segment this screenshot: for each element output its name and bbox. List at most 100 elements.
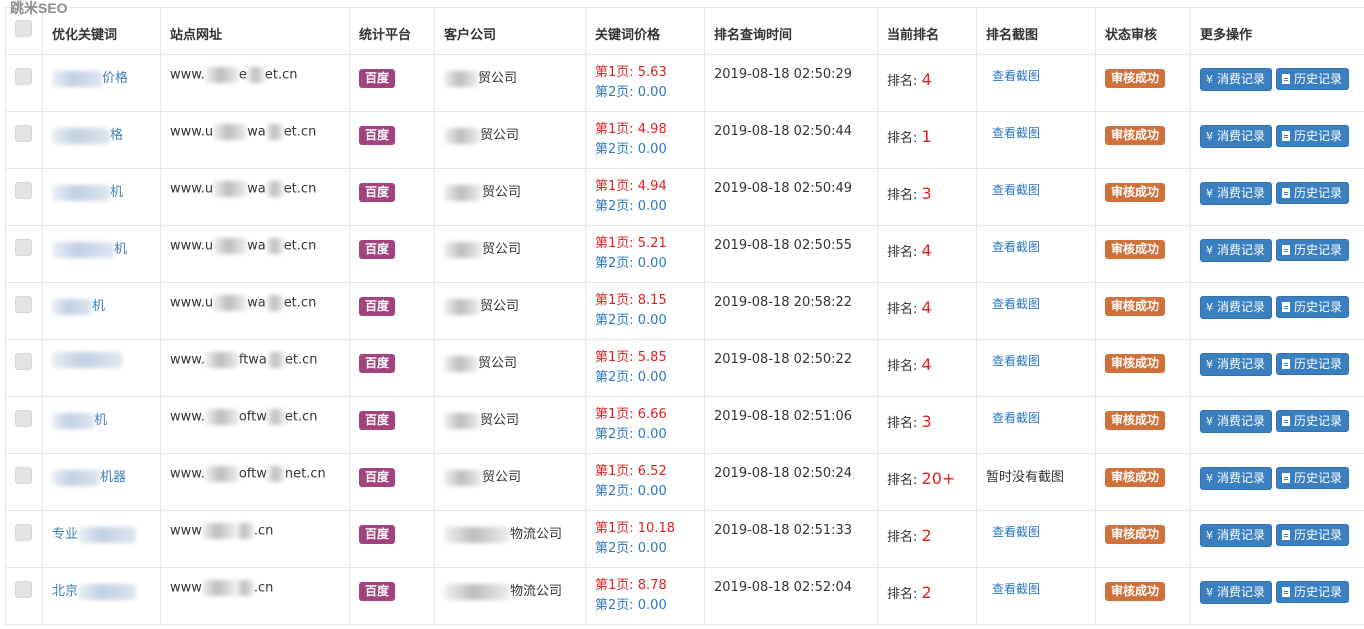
history-record-button[interactable]: 历史记录: [1276, 524, 1350, 546]
platform-badge: 百度: [359, 126, 396, 145]
history-record-button[interactable]: 历史记录: [1276, 68, 1350, 90]
col-platform: 统计平台: [349, 7, 435, 55]
history-record-label: 历史记录: [1294, 300, 1343, 314]
screenshot-link[interactable]: 查看截图: [992, 295, 1040, 312]
rank-value: 4: [921, 70, 932, 89]
price-page1: 第1页: 5.63: [595, 65, 667, 80]
row-checkbox[interactable]: [15, 239, 32, 256]
consume-record-button[interactable]: ¥ 消费记录: [1200, 296, 1273, 319]
history-record-button[interactable]: 历史记录: [1276, 125, 1350, 147]
redacted-url-1: [213, 124, 248, 140]
table-row: 价格 www. e et.cn 百度 贸公司 第1页: 5.63 第2页: 0.00…: [5, 54, 1364, 112]
actions-cell: ¥ 消费记录 历史记录: [1190, 225, 1364, 283]
actions-cell: ¥ 消费记录 历史记录: [1190, 111, 1364, 169]
rank-value: 4: [921, 241, 932, 260]
consume-record-button[interactable]: ¥ 消费记录: [1200, 68, 1273, 91]
site-url-start: www.: [170, 466, 205, 482]
redacted-company: [444, 241, 482, 258]
platform-cell: 百度: [349, 339, 435, 397]
consume-record-button[interactable]: ¥ 消费记录: [1200, 125, 1273, 148]
query-time-cell: 2019-08-18 02:50:29: [704, 54, 878, 112]
status-badge: 审核成功: [1105, 411, 1166, 430]
current-rank: 排名: 2: [887, 583, 932, 602]
screenshot-link[interactable]: 查看截图: [992, 238, 1040, 255]
row-checkbox[interactable]: [15, 581, 32, 598]
keyword-cell[interactable]: [42, 339, 161, 397]
company-cell: 物流公司: [434, 510, 586, 568]
screenshot-cell: 查看截图: [976, 510, 1096, 568]
row-checkbox[interactable]: [15, 125, 32, 142]
keyword-suffix[interactable]: 机: [110, 185, 123, 200]
consume-record-button[interactable]: ¥ 消费记录: [1200, 182, 1273, 205]
row-checkbox[interactable]: [15, 68, 32, 85]
query-time: 2019-08-18 02:50:55: [714, 238, 853, 253]
consume-record-button[interactable]: ¥ 消费记录: [1200, 581, 1273, 604]
history-record-button[interactable]: 历史记录: [1276, 467, 1350, 489]
keyword-cell[interactable]: 机器: [42, 453, 161, 511]
consume-record-label: 消费记录: [1217, 585, 1266, 599]
company-suffix: 贸公司: [480, 413, 520, 428]
row-checkbox[interactable]: [15, 182, 32, 199]
row-checkbox[interactable]: [15, 524, 32, 541]
query-time-cell: 2019-08-18 02:51:06: [704, 396, 878, 454]
keyword-cell[interactable]: 格: [42, 111, 161, 169]
current-rank: 排名: 3: [887, 412, 932, 431]
keyword-suffix[interactable]: 机: [114, 242, 127, 257]
platform-badge: 百度: [359, 240, 396, 259]
document-icon: [1282, 416, 1291, 426]
keyword-suffix[interactable]: 格: [110, 128, 123, 143]
keyword-cell[interactable]: 价格: [42, 54, 161, 112]
keyword-suffix[interactable]: 价格: [102, 71, 128, 86]
platform-cell: 百度: [349, 111, 435, 169]
keyword-cell[interactable]: 机: [42, 396, 161, 454]
yen-icon: ¥: [1206, 73, 1213, 86]
screenshot-link[interactable]: 查看截图: [992, 523, 1040, 540]
row-checkbox[interactable]: [15, 353, 32, 370]
col-more: 更多操作: [1190, 7, 1364, 55]
row-checkbox[interactable]: [15, 467, 32, 484]
keyword-cell[interactable]: 机: [42, 225, 161, 283]
keyword-cell[interactable]: 机: [42, 282, 161, 340]
keyword-cell[interactable]: 机: [42, 168, 161, 226]
redacted-url-1: [213, 181, 248, 197]
screenshot-link[interactable]: 查看截图: [992, 67, 1040, 84]
history-record-button[interactable]: 历史记录: [1276, 410, 1350, 432]
actions-cell: ¥ 消费记录 历史记录: [1190, 54, 1364, 112]
site-url-middle: wa: [247, 238, 266, 254]
price-cell: 第1页: 5.21 第2页: 0.00: [585, 225, 705, 283]
screenshot-link[interactable]: 查看截图: [992, 409, 1040, 426]
history-record-button[interactable]: 历史记录: [1276, 296, 1350, 318]
consume-record-button[interactable]: ¥ 消费记录: [1200, 524, 1273, 547]
screenshot-link[interactable]: 查看截图: [992, 181, 1040, 198]
keyword-suffix[interactable]: 机: [94, 413, 107, 428]
keyword-cell[interactable]: 北京: [42, 567, 161, 625]
select-all-checkbox[interactable]: [15, 20, 32, 37]
rank-label: 排名:: [887, 188, 922, 203]
price-cell: 第1页: 6.66 第2页: 0.00: [585, 396, 705, 454]
platform-badge: 百度: [359, 183, 396, 202]
query-time-cell: 2019-08-18 02:50:49: [704, 168, 878, 226]
consume-record-button[interactable]: ¥ 消费记录: [1200, 239, 1273, 262]
company-suffix: 物流公司: [510, 527, 563, 542]
consume-record-button[interactable]: ¥ 消费记录: [1200, 353, 1273, 376]
rank-label: 排名:: [887, 587, 922, 602]
status-cell: 审核成功: [1095, 453, 1191, 511]
screenshot-link[interactable]: 查看截图: [992, 352, 1040, 369]
history-record-button[interactable]: 历史记录: [1276, 239, 1350, 261]
history-record-button[interactable]: 历史记录: [1276, 581, 1350, 603]
consume-record-button[interactable]: ¥ 消费记录: [1200, 410, 1273, 433]
history-record-button[interactable]: 历史记录: [1276, 353, 1350, 375]
yen-icon: ¥: [1206, 244, 1213, 257]
keyword-prefix[interactable]: 专业: [52, 527, 78, 542]
consume-record-button[interactable]: ¥ 消费记录: [1200, 467, 1273, 490]
select-cell: [5, 339, 43, 397]
screenshot-link[interactable]: 查看截图: [992, 580, 1040, 597]
row-checkbox[interactable]: [15, 410, 32, 427]
row-checkbox[interactable]: [15, 296, 32, 313]
keyword-suffix[interactable]: 机: [92, 299, 105, 314]
history-record-button[interactable]: 历史记录: [1276, 182, 1350, 204]
keyword-suffix[interactable]: 机器: [100, 470, 126, 485]
keyword-prefix[interactable]: 北京: [52, 584, 78, 599]
keyword-cell[interactable]: 专业: [42, 510, 161, 568]
screenshot-link[interactable]: 查看截图: [992, 124, 1040, 141]
